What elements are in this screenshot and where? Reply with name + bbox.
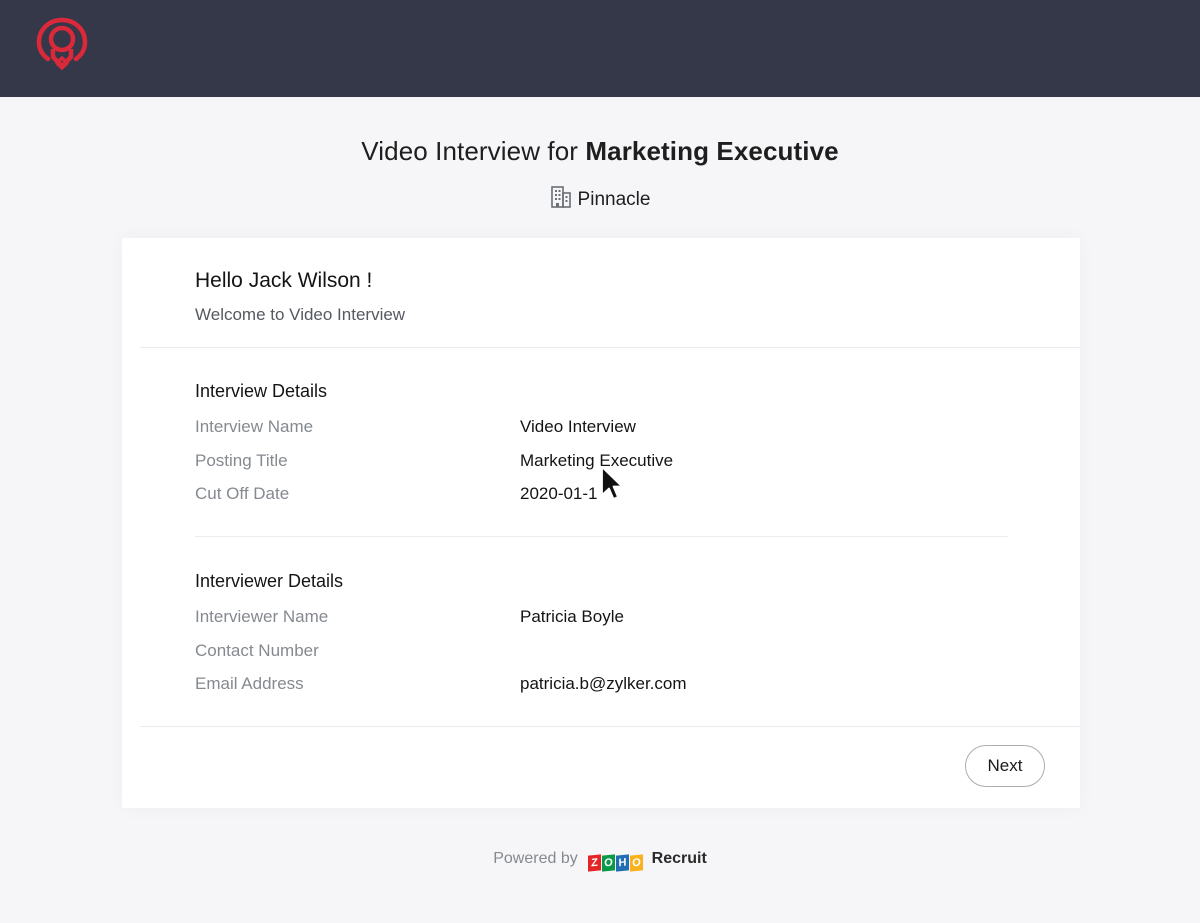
interview-name-label: Interview Name <box>195 417 314 436</box>
greeting-heading: Hello Jack Wilson ! <box>195 269 373 292</box>
cut-off-date-label: Cut Off Date <box>195 484 290 503</box>
interviewer-name-value: Patricia Boyle <box>520 607 624 626</box>
zoho-logo-letter: O <box>602 854 616 872</box>
page-title-job: Marketing Executive <box>585 136 839 166</box>
interview-name-value: Video Interview <box>520 417 636 436</box>
powered-by-text: Powered by <box>493 850 578 867</box>
section-divider <box>195 536 1008 537</box>
divider <box>140 347 1080 348</box>
company-line: Pinnacle <box>0 184 1200 211</box>
interview-card: Hello Jack Wilson ! Welcome to Video Int… <box>122 238 1080 808</box>
page-title: Video Interview for Marketing Executive <box>0 136 1200 167</box>
interviewer-details-heading: Interviewer Details <box>195 571 344 591</box>
contact-number-label: Contact Number <box>195 641 319 660</box>
next-button[interactable]: Next <box>965 745 1045 787</box>
cut-off-date-value: 2020-01-1 <box>520 484 598 503</box>
posting-title-label: Posting Title <box>195 451 288 470</box>
zoho-logo: Z O H O <box>588 854 644 872</box>
recruit-text: Recruit <box>651 850 707 867</box>
welcome-text: Welcome to Video Interview <box>195 305 406 324</box>
email-address-label: Email Address <box>195 674 304 693</box>
company-name: Pinnacle <box>577 189 651 210</box>
footer: Powered by Z O H O Recruit <box>0 850 1200 872</box>
posting-title-value: Marketing Executive <box>520 451 674 470</box>
zoho-logo-letter: Z <box>588 854 602 872</box>
interview-details-heading: Interview Details <box>195 381 328 401</box>
zoho-logo-letter: O <box>630 854 644 872</box>
email-address-value: patricia.b@zylker.com <box>520 674 687 693</box>
zoho-logo-letter: H <box>616 854 630 872</box>
location-pin-logo-icon <box>36 17 88 70</box>
top-bar <box>0 0 1200 97</box>
divider <box>140 726 1080 727</box>
mouse-pointer-icon <box>601 466 623 500</box>
interviewer-name-label: Interviewer Name <box>195 607 329 626</box>
building-icon <box>550 186 571 208</box>
page-title-prefix: Video Interview for <box>361 136 579 166</box>
